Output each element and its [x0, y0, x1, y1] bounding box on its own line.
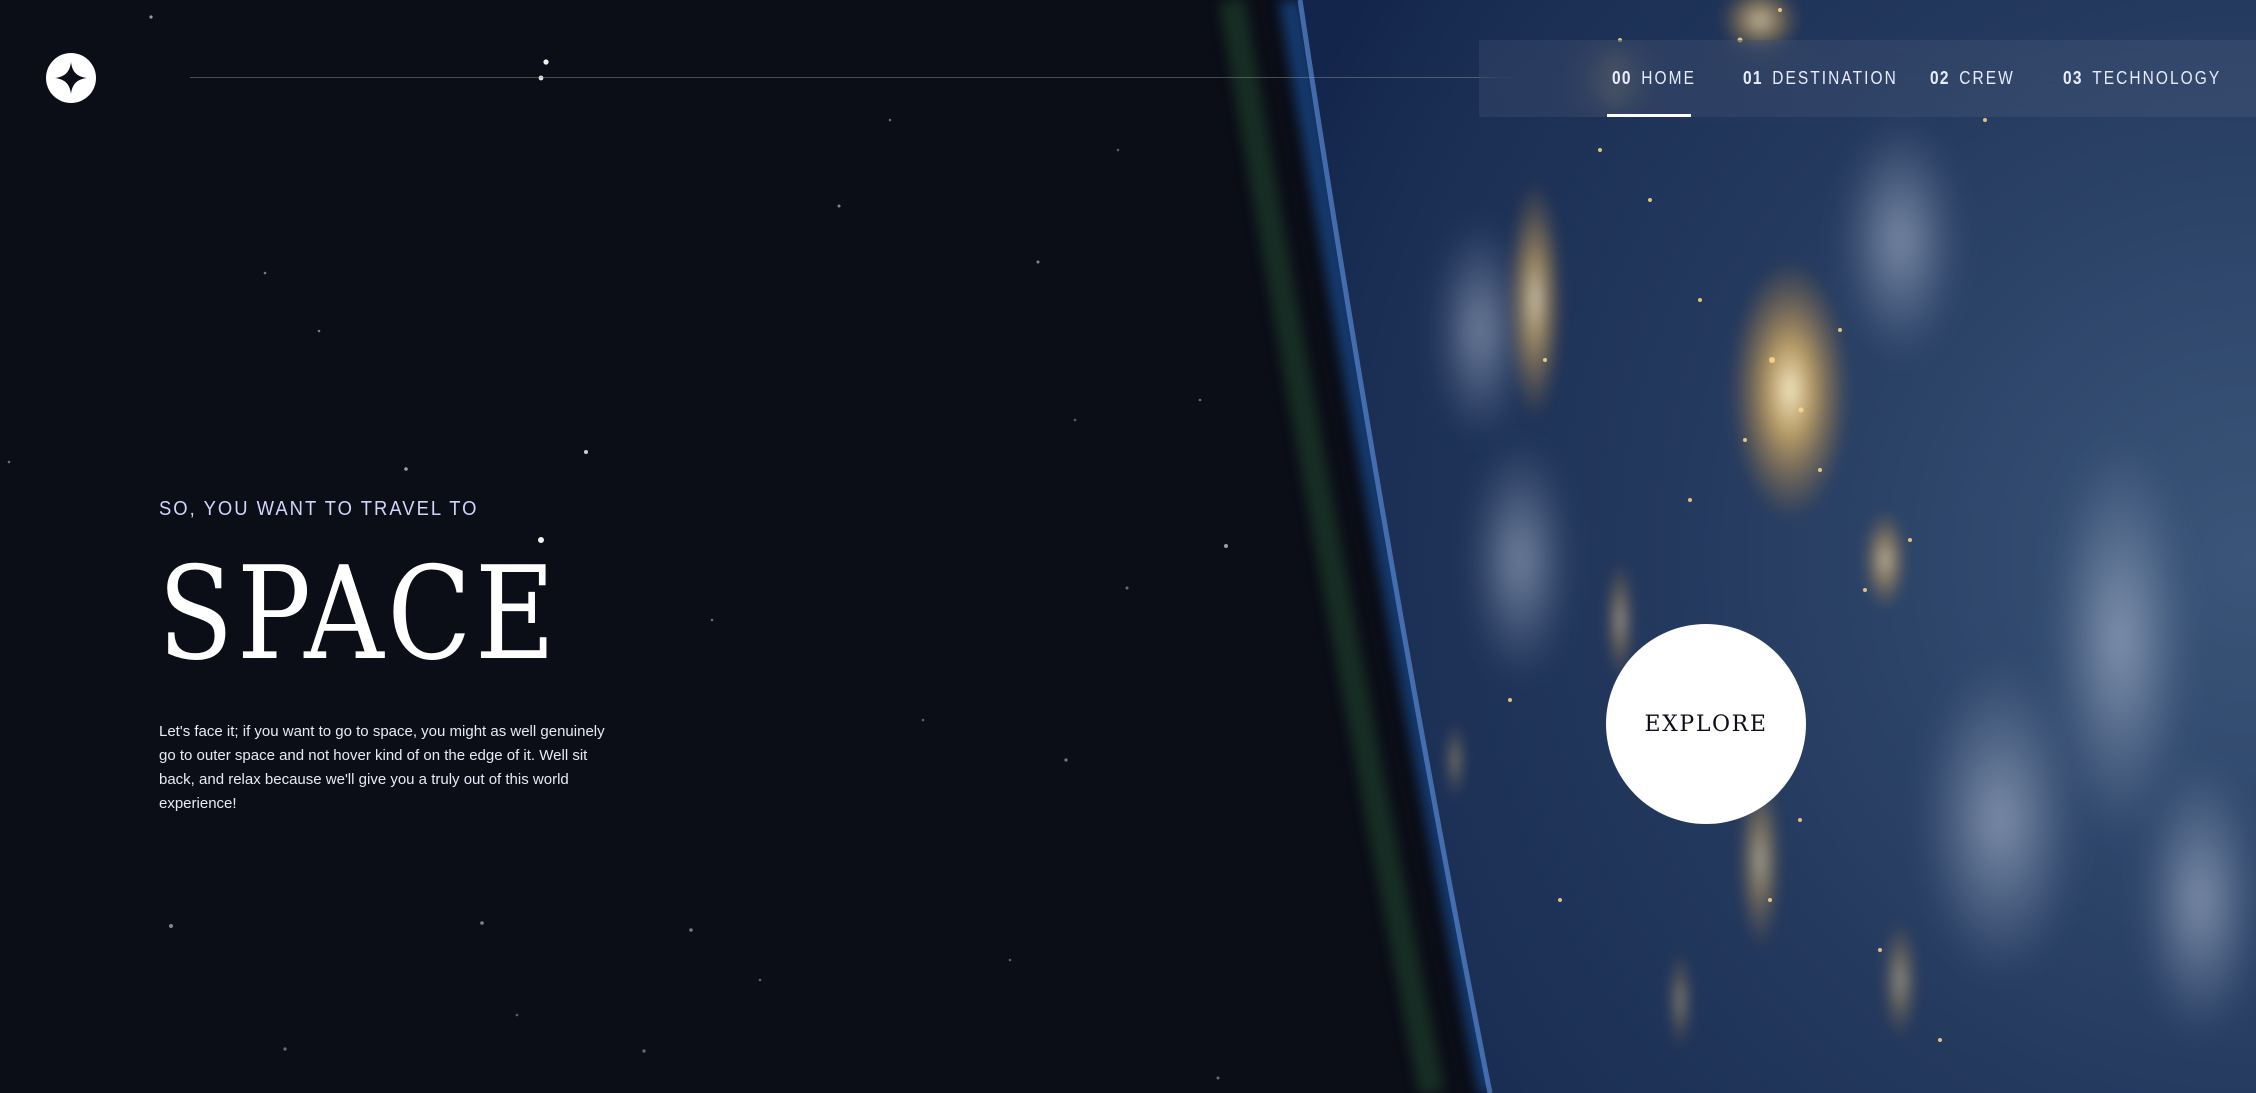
- header-divider-line: [190, 77, 1512, 78]
- hero-title: SPACE: [158, 540, 559, 689]
- nav-item-home[interactable]: 00 HOME: [1612, 40, 1696, 117]
- hero-description: Let's face it; if you want to go to spac…: [159, 723, 605, 812]
- nav-item-technology[interactable]: 03 TECHNOLOGY: [2063, 40, 2221, 117]
- nav-item-destination[interactable]: 01 DESTINATION: [1743, 40, 1898, 117]
- star-compass-icon[interactable]: [46, 53, 96, 103]
- nav-label: CREW: [1959, 68, 2015, 88]
- nav-label: HOME: [1641, 68, 1696, 88]
- nav-number: 00: [1612, 68, 1632, 88]
- nav-label: TECHNOLOGY: [2092, 68, 2222, 88]
- active-nav-indicator: [1607, 114, 1691, 117]
- nav-item-crew[interactable]: 02 CREW: [1930, 40, 2015, 117]
- nav-number: 03: [2063, 68, 2083, 88]
- primary-nav: 00 HOME 01 DESTINATION 02 CREW 03 TECHNO…: [1479, 40, 2256, 117]
- nav-number: 02: [1930, 68, 1950, 88]
- nav-number: 01: [1743, 68, 1763, 88]
- nav-label: DESTINATION: [1772, 68, 1898, 88]
- home-page: 00 HOME 01 DESTINATION 02 CREW 03 TECHNO…: [0, 0, 2256, 1093]
- hero-eyebrow: SO, YOU WANT TO TRAVEL TO: [159, 498, 479, 520]
- explore-button[interactable]: EXPLORE: [1606, 624, 1806, 824]
